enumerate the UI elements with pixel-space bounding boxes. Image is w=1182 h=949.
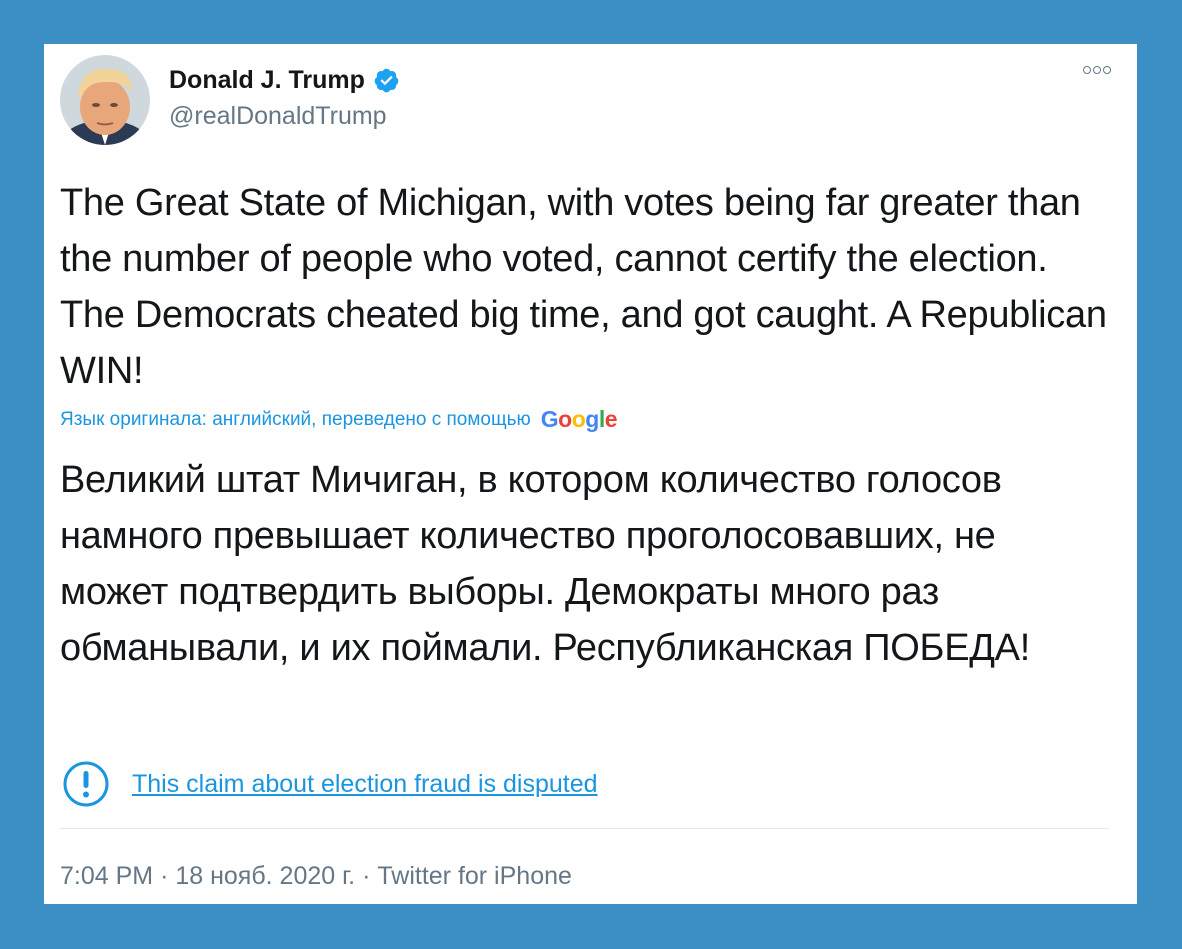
translated-tweet-text: Великий штат Мичиган, в котором количест… bbox=[60, 459, 1030, 669]
disputed-claim-link[interactable]: This claim about election fraud is dispu… bbox=[132, 770, 598, 799]
translation-note: Язык оригинала: английский, переведено с… bbox=[60, 406, 618, 433]
tweet-card: Donald J. Trump @realDonaldTrump The Gre… bbox=[44, 44, 1137, 904]
tweet-meta: 7:04 PM · 18 нояб. 2020 г. · Twitter for… bbox=[60, 862, 572, 891]
more-options-button[interactable] bbox=[1083, 66, 1111, 74]
tweet-date[interactable]: 18 нояб. 2020 г. bbox=[175, 862, 355, 890]
tweet-source[interactable]: Twitter for iPhone bbox=[377, 862, 572, 890]
divider bbox=[60, 828, 1109, 829]
exclamation-circle-icon bbox=[63, 761, 109, 807]
more-dot-icon bbox=[1083, 66, 1091, 74]
more-dot-icon bbox=[1103, 66, 1111, 74]
google-logo: Google bbox=[540, 406, 618, 432]
more-dot-icon bbox=[1093, 66, 1101, 74]
avatar-image bbox=[60, 55, 150, 145]
translation-note-label: Язык оригинала: английский, переведено с… bbox=[60, 408, 531, 430]
tweet-time[interactable]: 7:04 PM bbox=[60, 862, 153, 890]
author-name[interactable]: Donald J. Trump bbox=[169, 66, 365, 95]
meta-separator: · bbox=[362, 862, 371, 890]
tweet-text: The Great State of Michigan, with votes … bbox=[60, 182, 1107, 392]
verified-badge-icon bbox=[374, 68, 399, 93]
avatar[interactable] bbox=[60, 55, 150, 145]
author-handle[interactable]: @realDonaldTrump bbox=[169, 102, 387, 131]
author-name-row[interactable]: Donald J. Trump bbox=[169, 66, 400, 95]
disputed-claim-notice[interactable]: This claim about election fraud is dispu… bbox=[62, 760, 598, 808]
meta-separator: · bbox=[160, 862, 169, 890]
